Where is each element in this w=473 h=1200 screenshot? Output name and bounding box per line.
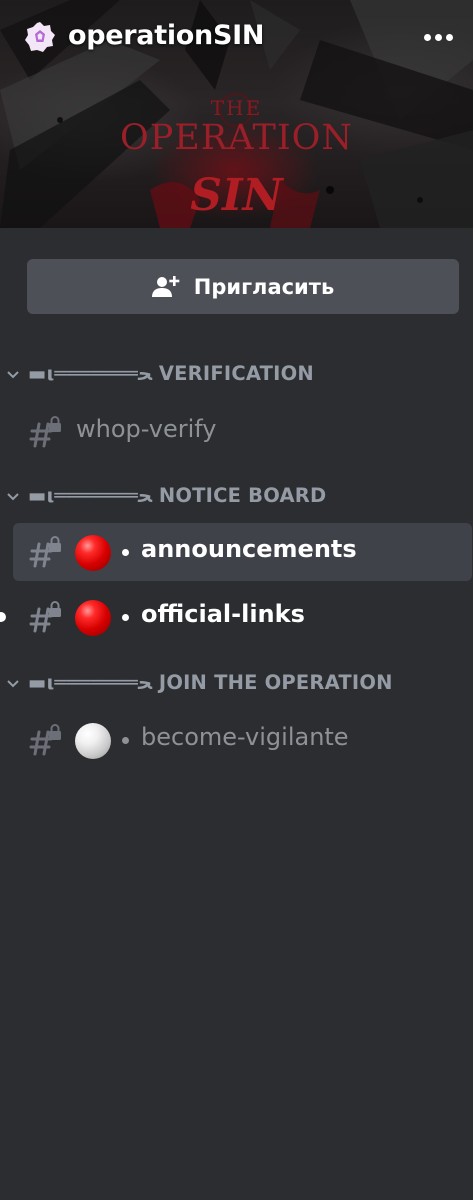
channel-name: official-links (141, 600, 305, 628)
separator-dot-icon (122, 614, 129, 621)
red-circle-emoji-icon (75, 535, 111, 571)
channel-name: whop-verify (76, 415, 217, 443)
more-options-button[interactable] (418, 20, 458, 54)
server-boost-icon (25, 22, 55, 52)
server-name[interactable]: operationSIN (68, 20, 264, 51)
white-circle-emoji-icon (75, 723, 111, 759)
separator-dot-icon (122, 737, 129, 744)
banner-title-operation: OPERATION (120, 118, 353, 158)
locked-text-channel-icon (29, 536, 61, 568)
channel-become-vigilante[interactable]: become-vigilante (13, 711, 472, 769)
channel-announcements[interactable]: announcements (13, 523, 472, 581)
banner-title-the: THE (210, 96, 263, 120)
chevron-down-icon (7, 493, 19, 501)
unread-indicator (0, 612, 6, 622)
channel-name: become-vigilante (141, 723, 349, 751)
locked-text-channel-icon (29, 601, 61, 633)
channel-name: announcements (141, 535, 357, 563)
locked-text-channel-icon (29, 416, 61, 448)
server-banner: THE OPERATION SIN operationSIN (0, 0, 473, 228)
category-label: ▬ι═══════ﺤ NOTICE BOARD (28, 484, 327, 507)
add-user-icon (151, 275, 180, 297)
locked-text-channel-icon (29, 724, 61, 756)
separator-dot-icon (122, 549, 129, 556)
more-dot-icon (434, 33, 442, 41)
category-label: ▬ι═══════ﺤ JOIN THE OPERATION (28, 671, 393, 694)
red-circle-emoji-icon (75, 600, 111, 636)
channel-official-links[interactable]: official-links (13, 588, 472, 646)
banner-title-sin: SIN (190, 170, 283, 221)
chevron-down-icon (7, 680, 19, 688)
category-join-the-operation[interactable]: ▬ι═══════ﺤ JOIN THE OPERATION (0, 668, 473, 700)
server-header[interactable]: operationSIN (0, 14, 473, 60)
category-label: ▬ι═══════ﺤ VERIFICATION (28, 362, 314, 385)
more-dot-icon (445, 33, 453, 41)
category-verification[interactable]: ▬ι═══════ﺤ VERIFICATION (0, 359, 473, 391)
more-dot-icon (423, 33, 431, 41)
channel-whop-verify[interactable]: whop-verify (13, 403, 472, 461)
invite-button-label: Пригласить (193, 274, 335, 299)
invite-button[interactable]: Пригласить (27, 259, 459, 314)
category-notice-board[interactable]: ▬ι═══════ﺤ NOTICE BOARD (0, 481, 473, 513)
chevron-down-icon (7, 371, 19, 379)
